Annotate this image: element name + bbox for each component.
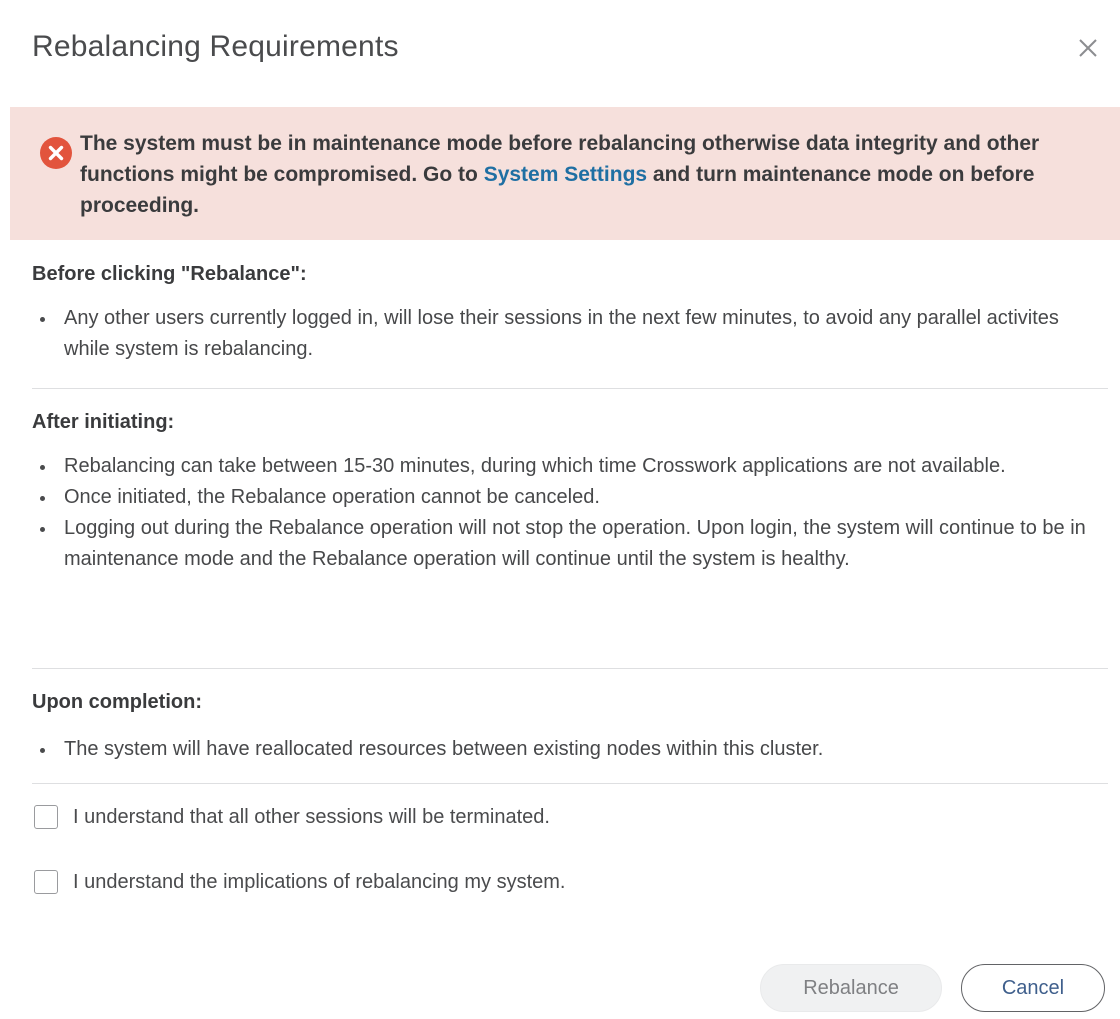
list-item: Once initiated, the Rebalance operation … (32, 482, 1108, 513)
section-title: Upon completion: (32, 691, 202, 713)
section-title: Before clicking "Rebalance": (32, 263, 307, 285)
list-item: Any other users currently logged in, wil… (32, 303, 1108, 365)
rebalancing-dialog: Rebalancing Requirements The system must… (0, 0, 1120, 1019)
system-settings-link[interactable]: System Settings (484, 163, 647, 186)
checkbox-label: I understand that all other sessions wil… (73, 805, 550, 828)
bullet-list: Any other users currently logged in, wil… (32, 303, 1108, 365)
bullet-list: Rebalancing can take between 15-30 minut… (32, 451, 1108, 575)
section-upon-completion: Upon completion: The system will have re… (32, 688, 1108, 765)
checkbox-sessions-terminated[interactable]: I understand that all other sessions wil… (34, 805, 550, 829)
checkbox-rebalancing-implications[interactable]: I understand the implications of rebalan… (34, 870, 565, 894)
section-before-rebalance: Before clicking "Rebalance": Any other u… (32, 260, 1108, 365)
error-icon (40, 137, 72, 169)
checkbox[interactable] (34, 870, 58, 894)
close-button[interactable] (1074, 34, 1102, 62)
checkbox-label: I understand the implications of rebalan… (73, 870, 566, 893)
bullet-list: The system will have reallocated resourc… (32, 734, 1108, 765)
cancel-button[interactable]: Cancel (961, 964, 1105, 1012)
divider (32, 668, 1108, 669)
divider (32, 783, 1108, 784)
section-after-initiating: After initiating: Rebalancing can take b… (32, 408, 1108, 575)
dialog-title: Rebalancing Requirements (32, 30, 399, 63)
alert-message: The system must be in maintenance mode b… (80, 128, 1090, 221)
divider (32, 388, 1108, 389)
list-item: The system will have reallocated resourc… (32, 734, 1108, 765)
checkbox[interactable] (34, 805, 58, 829)
maintenance-alert: The system must be in maintenance mode b… (10, 107, 1120, 240)
list-item: Logging out during the Rebalance operati… (32, 513, 1108, 575)
section-title: After initiating: (32, 411, 175, 433)
rebalance-button[interactable]: Rebalance (760, 964, 942, 1012)
list-item: Rebalancing can take between 15-30 minut… (32, 451, 1108, 482)
close-icon (1079, 39, 1097, 57)
